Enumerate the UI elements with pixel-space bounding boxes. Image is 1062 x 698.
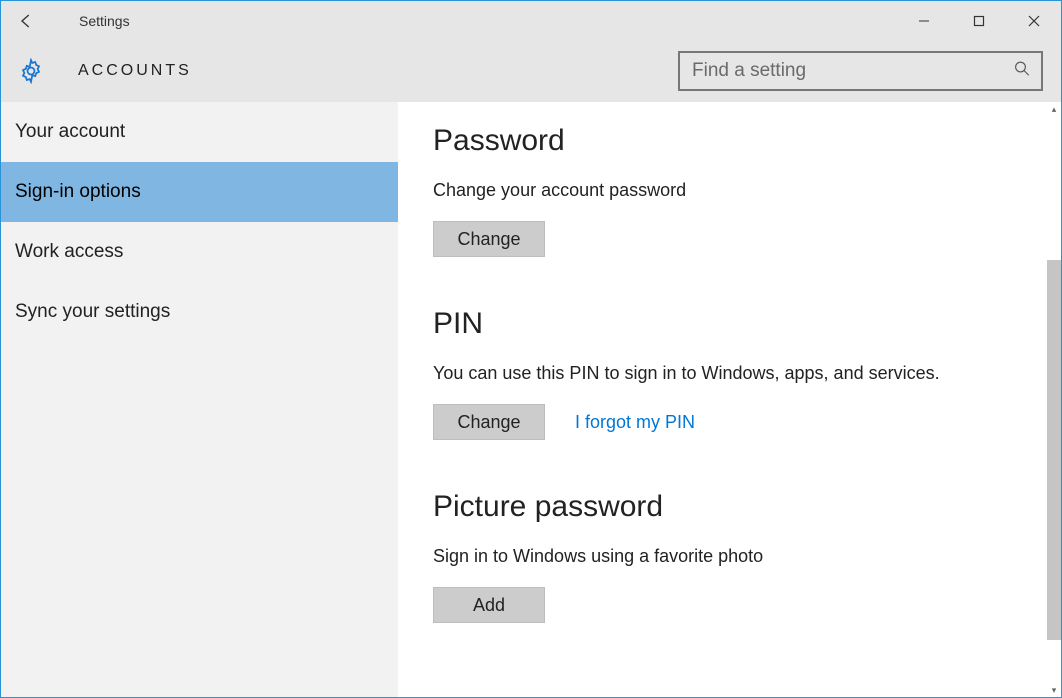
gear-icon <box>18 58 44 84</box>
window-title: Settings <box>49 13 130 29</box>
scroll-down-arrow[interactable]: ▾ <box>1047 683 1061 697</box>
search-input[interactable] <box>678 51 1043 91</box>
page-title: ACCOUNTS <box>78 62 192 80</box>
content-pane: Password Change your account password Ch… <box>398 102 1047 697</box>
sidebar-item-label: Sign-in options <box>15 181 141 203</box>
sidebar-item-sync-your-settings[interactable]: Sync your settings <box>1 282 398 342</box>
section-heading-picture-password: Picture password <box>433 490 1027 524</box>
close-button[interactable] <box>1006 5 1061 37</box>
sidebar-item-label: Work access <box>15 241 123 263</box>
sidebar-item-sign-in-options[interactable]: Sign-in options <box>1 162 398 222</box>
scroll-up-arrow[interactable]: ▴ <box>1047 102 1061 116</box>
section-heading-pin: PIN <box>433 307 1027 341</box>
forgot-pin-link[interactable]: I forgot my PIN <box>575 412 695 433</box>
sidebar: Your account Sign-in options Work access… <box>1 102 398 697</box>
add-picture-password-button[interactable]: Add <box>433 587 545 623</box>
sidebar-item-work-access[interactable]: Work access <box>1 222 398 282</box>
sidebar-item-label: Your account <box>15 121 125 143</box>
section-desc-pin: You can use this PIN to sign in to Windo… <box>433 363 1027 384</box>
minimize-button[interactable] <box>896 5 951 37</box>
vertical-scrollbar[interactable]: ▴ ▾ <box>1047 102 1061 697</box>
sidebar-item-your-account[interactable]: Your account <box>1 102 398 162</box>
scroll-thumb[interactable] <box>1047 260 1061 640</box>
section-heading-password: Password <box>433 124 1027 158</box>
change-pin-button[interactable]: Change <box>433 404 545 440</box>
sidebar-item-label: Sync your settings <box>15 301 170 323</box>
search-icon <box>1013 60 1031 83</box>
section-desc-password: Change your account password <box>433 180 1027 201</box>
change-password-button[interactable]: Change <box>433 221 545 257</box>
section-desc-picture-password: Sign in to Windows using a favorite phot… <box>433 546 1027 567</box>
back-button[interactable] <box>1 1 49 40</box>
maximize-button[interactable] <box>951 5 1006 37</box>
